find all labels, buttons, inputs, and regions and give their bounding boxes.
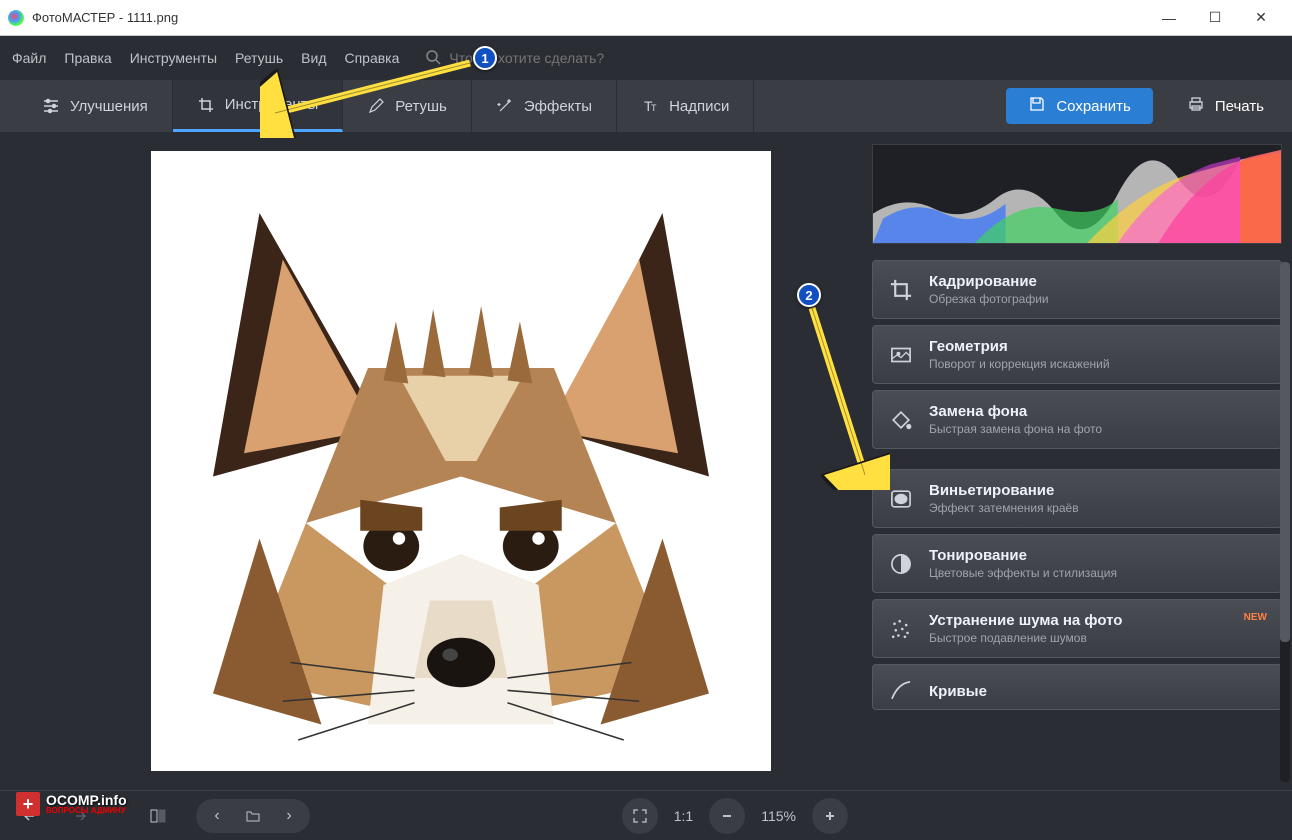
- crop-icon: [887, 276, 915, 304]
- bucket-icon: [887, 406, 915, 434]
- tab-effects[interactable]: Эффекты: [472, 80, 617, 132]
- vignette-icon: [887, 485, 915, 513]
- card-desc: Поворот и коррекция искажений: [929, 357, 1110, 371]
- card-title: Замена фона: [929, 403, 1102, 420]
- contrast-icon: [887, 550, 915, 578]
- annotation-2: 2: [797, 283, 821, 307]
- prev-image-button[interactable]: ‹: [202, 801, 232, 831]
- zoom-in-button[interactable]: [812, 798, 848, 834]
- watermark: + OCOMP.info ВОПРОСЫ АДМИНУ: [16, 792, 127, 816]
- watermark-main: OCOMP.info: [46, 793, 127, 807]
- card-crop[interactable]: Кадрирование Обрезка фотографии: [872, 260, 1282, 319]
- save-icon: [1028, 95, 1046, 117]
- tab-tools[interactable]: Инструменты: [173, 80, 344, 132]
- card-title: Тонирование: [929, 547, 1117, 564]
- close-button[interactable]: ✕: [1238, 3, 1284, 33]
- save-button[interactable]: Сохранить: [1006, 88, 1153, 124]
- card-title: Геометрия: [929, 338, 1110, 355]
- svg-text:T: T: [651, 103, 657, 113]
- scrollbar-thumb[interactable]: [1280, 262, 1290, 642]
- bottombar: ‹ › 1:1 115%: [0, 790, 1292, 840]
- tab-retouch[interactable]: Ретушь: [343, 80, 472, 132]
- menu-help[interactable]: Справка: [344, 50, 399, 66]
- card-curves[interactable]: Кривые: [872, 664, 1282, 710]
- card-toning[interactable]: Тонирование Цветовые эффекты и стилизаци…: [872, 534, 1282, 593]
- card-title: Устранение шума на фото: [929, 612, 1122, 629]
- scrollbar[interactable]: [1280, 262, 1290, 782]
- watermark-sub: ВОПРОСЫ АДМИНУ: [46, 807, 127, 815]
- tab-text[interactable]: TT Надписи: [617, 80, 754, 132]
- geometry-icon: [887, 341, 915, 369]
- search-icon: [425, 49, 441, 68]
- wand-icon: [496, 97, 514, 115]
- card-geometry[interactable]: Геометрия Поворот и коррекция искажений: [872, 325, 1282, 384]
- card-desc: Цветовые эффекты и стилизация: [929, 566, 1117, 580]
- canvas-image[interactable]: [151, 151, 771, 771]
- sliders-icon: [42, 97, 60, 115]
- menu-edit[interactable]: Правка: [64, 50, 111, 66]
- menu-retouch[interactable]: Ретушь: [235, 50, 283, 66]
- card-title: Виньетирование: [929, 482, 1079, 499]
- compare-button[interactable]: [140, 798, 176, 834]
- zoom-11-label[interactable]: 1:1: [668, 808, 699, 824]
- fit-screen-button[interactable]: [622, 798, 658, 834]
- maximize-button[interactable]: ☐: [1192, 3, 1238, 33]
- toolbar: Улучшения Инструменты Ретушь Эффекты TT …: [0, 80, 1292, 132]
- curves-icon: [887, 677, 915, 705]
- card-desc: Обрезка фотографии: [929, 292, 1049, 306]
- card-desc: Быстрая замена фона на фото: [929, 422, 1102, 436]
- titlebar: ФотоМАСТЕР - 1111.png — ☐ ✕: [0, 0, 1292, 36]
- right-panel: Кадрирование Обрезка фотографии Геометри…: [862, 132, 1292, 790]
- card-background-replace[interactable]: Замена фона Быстрая замена фона на фото: [872, 390, 1282, 449]
- app-icon: [8, 10, 24, 26]
- tab-enhancements[interactable]: Улучшения: [18, 80, 173, 132]
- tab-label: Улучшения: [70, 98, 148, 115]
- menu-file[interactable]: Файл: [12, 50, 46, 66]
- card-desc: Быстрое подавление шумов: [929, 631, 1122, 645]
- brush-icon: [367, 97, 385, 115]
- crop-icon: [197, 96, 215, 114]
- window-controls: — ☐ ✕: [1146, 3, 1284, 33]
- card-title: Кривые: [929, 683, 987, 700]
- print-icon: [1187, 95, 1205, 117]
- tab-label: Инструменты: [225, 96, 319, 113]
- next-image-button[interactable]: ›: [274, 801, 304, 831]
- menu-view[interactable]: Вид: [301, 50, 326, 66]
- new-badge: NEW: [1244, 612, 1267, 623]
- card-title: Кадрирование: [929, 273, 1049, 290]
- print-button[interactable]: Печать: [1165, 88, 1286, 124]
- tab-label: Ретушь: [395, 98, 447, 115]
- window-title: ФотоМАСТЕР - 1111.png: [32, 10, 1146, 25]
- tab-label: Надписи: [669, 98, 729, 115]
- noise-icon: [887, 615, 915, 643]
- zoom-out-button[interactable]: [709, 798, 745, 834]
- open-folder-button[interactable]: [238, 801, 268, 831]
- menubar: Файл Правка Инструменты Ретушь Вид Справ…: [0, 36, 1292, 80]
- card-vignette[interactable]: Виньетирование Эффект затемнения краёв: [872, 469, 1282, 528]
- tab-label: Эффекты: [524, 98, 592, 115]
- canvas-area: [0, 132, 862, 790]
- card-noise-removal[interactable]: Устранение шума на фото Быстрое подавлен…: [872, 599, 1282, 658]
- minimize-button[interactable]: —: [1146, 3, 1192, 33]
- file-nav: ‹ ›: [196, 799, 310, 833]
- menu-tools[interactable]: Инструменты: [130, 50, 217, 66]
- zoom-value: 115%: [755, 808, 802, 824]
- watermark-plus-icon: +: [16, 792, 40, 816]
- card-desc: Эффект затемнения краёв: [929, 501, 1079, 515]
- main-area: Кадрирование Обрезка фотографии Геометри…: [0, 132, 1292, 790]
- histogram[interactable]: [872, 144, 1282, 244]
- text-icon: TT: [641, 97, 659, 115]
- annotation-1: 1: [473, 46, 497, 70]
